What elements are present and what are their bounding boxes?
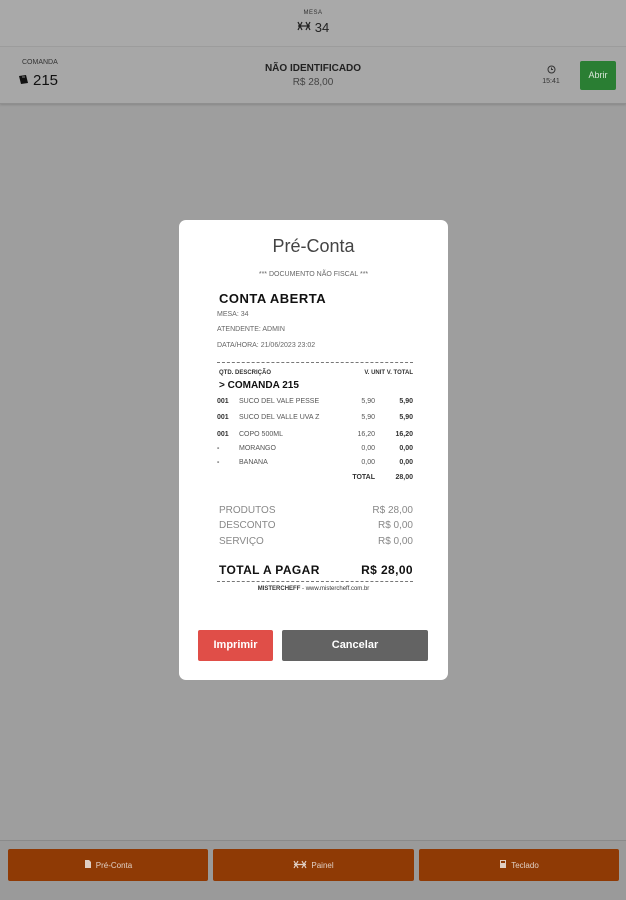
- column-header-description: QTD. DESCRIÇÃO: [219, 370, 272, 376]
- datahora-info: DATA/HORA: 21/06/2023 23:02: [217, 342, 316, 349]
- top-bar: MESA 34: [0, 0, 626, 46]
- account-status: CONTA ABERTA: [219, 291, 327, 306]
- receipt-item: - MORANGO 0,00 0,00: [217, 445, 413, 452]
- receipt-item: 001 SUCO DEL VALLE UVA Z 5,90 5,90: [217, 414, 413, 421]
- pre-conta-dialog: Pré-Conta *** DOCUMENTO NÃO FISCAL *** C…: [179, 220, 448, 680]
- comanda-card[interactable]: COMANDA 215 NÃO IDENTIFICADO R$ 28,00 15…: [0, 47, 626, 104]
- table-number: 34: [314, 20, 330, 35]
- bottom-bar: Pré-Conta Painel Teclado: [0, 840, 626, 900]
- pre-conta-button[interactable]: Pré-Conta: [8, 849, 208, 881]
- open-button[interactable]: Abrir: [580, 61, 616, 90]
- receipt-item: 001 COPO 500ML 16,20 16,20: [217, 431, 413, 438]
- divider: [217, 581, 413, 582]
- document-type: *** DOCUMENTO NÃO FISCAL ***: [258, 271, 369, 278]
- customer-name: NÃO IDENTIFICADO: [264, 63, 362, 74]
- table-small-label: MESA: [303, 10, 323, 16]
- cancel-button[interactable]: Cancelar: [282, 630, 428, 661]
- painel-button[interactable]: Painel: [213, 849, 414, 881]
- mesa-info: MESA: 34: [217, 311, 249, 318]
- table-icon: [293, 860, 307, 871]
- document-icon: [84, 859, 92, 871]
- receipt-item: - BANANA 0,00 0,00: [217, 459, 413, 466]
- column-header-values: V. UNIT V. TOTAL: [364, 370, 413, 376]
- print-button[interactable]: Imprimir: [198, 630, 273, 661]
- teclado-button[interactable]: Teclado: [419, 849, 619, 881]
- divider: [217, 362, 413, 363]
- table-title: 34: [0, 20, 626, 35]
- receipt-footer: MISTERCHEFF - www.mistercheff.com.br: [257, 586, 370, 592]
- dialog-title: Pré-Conta: [272, 236, 355, 256]
- table-icon: [297, 21, 311, 34]
- clock-icon: [540, 65, 562, 76]
- receipt-item: 001 SUCO DEL VALE PESSE 5,90 5,90: [217, 398, 413, 405]
- calculator-icon: [499, 859, 507, 871]
- atendente-info: ATENDENTE: ADMIN: [217, 326, 285, 333]
- comanda-price: R$ 28,00: [292, 77, 334, 88]
- comanda-time: 15:41: [542, 78, 560, 85]
- comanda-heading: > COMANDA 215: [219, 380, 299, 391]
